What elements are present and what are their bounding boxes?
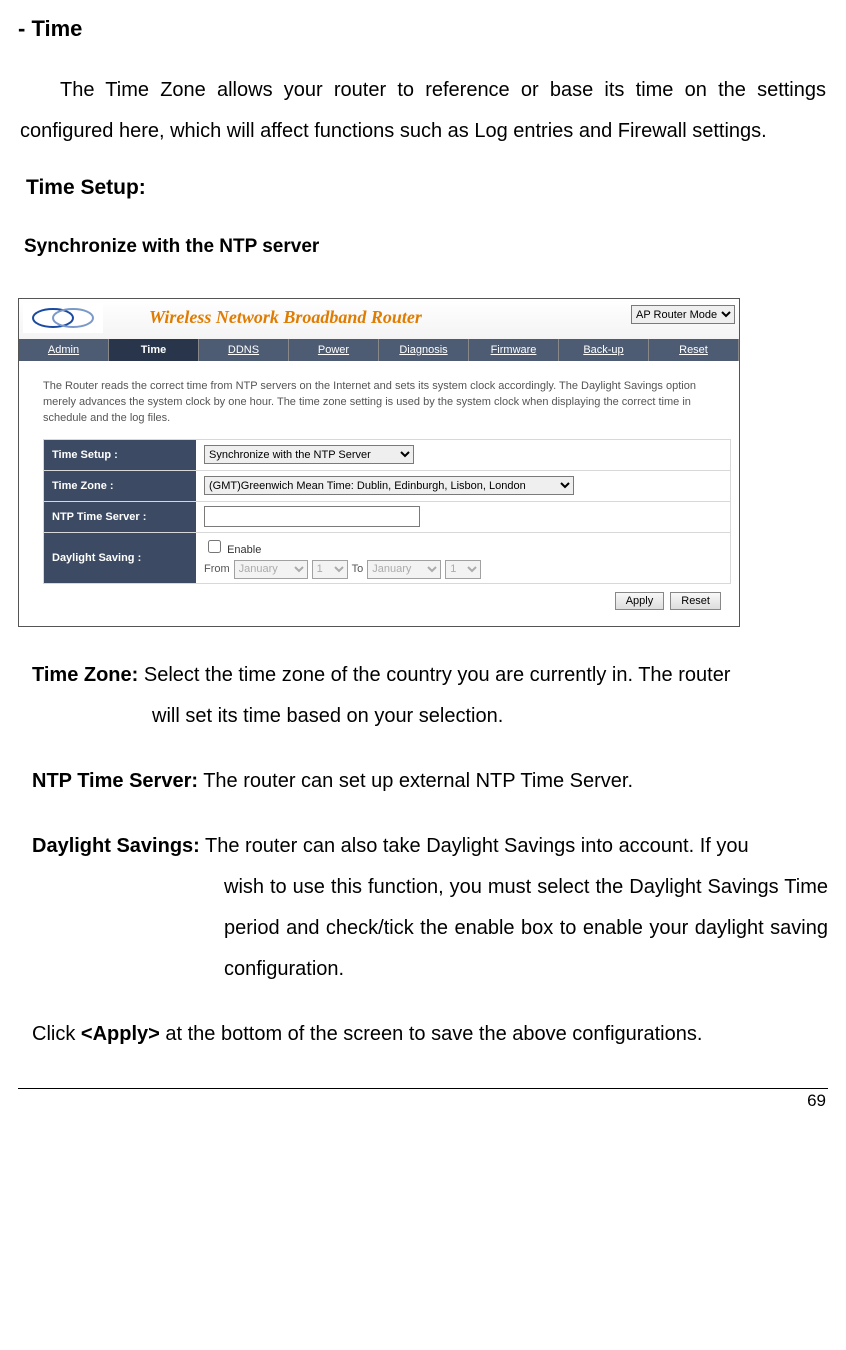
mode-select[interactable]: AP Router Mode — [631, 305, 735, 324]
def-ntp-label: NTP Time Server: — [32, 770, 198, 792]
router-header: Wireless Network Broadband Router AP Rou… — [19, 299, 739, 339]
router-screenshot: Wireless Network Broadband Router AP Rou… — [18, 298, 740, 627]
select-time-setup[interactable]: Synchronize with the NTP Server — [204, 445, 414, 464]
def-ntp-text: The router can set up external NTP Time … — [198, 770, 633, 792]
def-daylight-text2: wish to use this function, you must sele… — [32, 867, 828, 990]
row-daylight: Daylight Saving : Enable From January 1 … — [44, 532, 730, 583]
router-body: The Router reads the correct time from N… — [19, 361, 739, 626]
row-time-zone: Time Zone : (GMT)Greenwich Mean Time: Du… — [44, 470, 730, 501]
tab-ddns[interactable]: DDNS — [199, 339, 289, 361]
mode-select-wrap: AP Router Mode — [631, 305, 735, 324]
def-ntp: NTP Time Server: The router can set up e… — [32, 761, 828, 802]
router-product-title: Wireless Network Broadband Router — [149, 307, 422, 328]
footer-rule — [18, 1088, 828, 1089]
label-time-setup: Time Setup : — [44, 440, 196, 470]
apply-post: at the bottom of the screen to save the … — [160, 1023, 703, 1045]
enable-label: Enable — [227, 544, 261, 556]
def-time-zone-text2: will set its time based on your selectio… — [32, 696, 828, 737]
tab-time[interactable]: Time — [109, 339, 199, 361]
router-description: The Router reads the correct time from N… — [43, 379, 731, 427]
def-daylight: Daylight Savings: The router can also ta… — [32, 826, 828, 990]
def-daylight-label: Daylight Savings: — [32, 835, 200, 857]
input-ntp-server[interactable] — [204, 506, 420, 527]
tab-reset[interactable]: Reset — [649, 339, 739, 361]
sync-heading: Synchronize with the NTP server — [24, 236, 828, 258]
tab-backup[interactable]: Back-up — [559, 339, 649, 361]
apply-pre: Click — [32, 1023, 81, 1045]
select-from-day[interactable]: 1 — [312, 560, 348, 579]
reset-button[interactable]: Reset — [670, 592, 721, 610]
page-number: 69 — [18, 1091, 828, 1111]
form-area: Time Setup : Synchronize with the NTP Se… — [43, 439, 731, 584]
def-time-zone-text1: Select the time zone of the country you … — [138, 664, 730, 686]
button-row: Apply Reset — [43, 584, 731, 618]
from-label: From — [204, 563, 230, 575]
apply-bold: <Apply> — [81, 1023, 160, 1045]
select-to-day[interactable]: 1 — [445, 560, 481, 579]
label-time-zone: Time Zone : — [44, 471, 196, 501]
to-label: To — [352, 563, 364, 575]
router-logo — [23, 303, 103, 333]
label-ntp-server: NTP Time Server : — [44, 502, 196, 532]
tab-firmware[interactable]: Firmware — [469, 339, 559, 361]
label-daylight: Daylight Saving : — [44, 533, 196, 583]
time-setup-heading: Time Setup: — [26, 176, 828, 200]
row-ntp-server: NTP Time Server : — [44, 501, 730, 532]
apply-instruction: Click <Apply> at the bottom of the scree… — [32, 1014, 828, 1054]
page-title: - Time — [18, 16, 828, 42]
checkbox-enable-dst[interactable] — [208, 540, 221, 553]
row-time-setup: Time Setup : Synchronize with the NTP Se… — [44, 439, 730, 470]
select-to-month[interactable]: January — [367, 560, 441, 579]
select-time-zone[interactable]: (GMT)Greenwich Mean Time: Dublin, Edinbu… — [204, 476, 574, 495]
tab-diagnosis[interactable]: Diagnosis — [379, 339, 469, 361]
apply-button[interactable]: Apply — [615, 592, 665, 610]
select-from-month[interactable]: January — [234, 560, 308, 579]
tabs-row: Admin Time DDNS Power Diagnosis Firmware… — [19, 339, 739, 361]
tab-power[interactable]: Power — [289, 339, 379, 361]
def-time-zone: Time Zone: Select the time zone of the c… — [32, 655, 828, 737]
intro-paragraph: The Time Zone allows your router to refe… — [18, 70, 828, 152]
def-time-zone-label: Time Zone: — [32, 664, 138, 686]
def-daylight-text1: The router can also take Daylight Saving… — [200, 835, 749, 857]
tab-admin[interactable]: Admin — [19, 339, 109, 361]
